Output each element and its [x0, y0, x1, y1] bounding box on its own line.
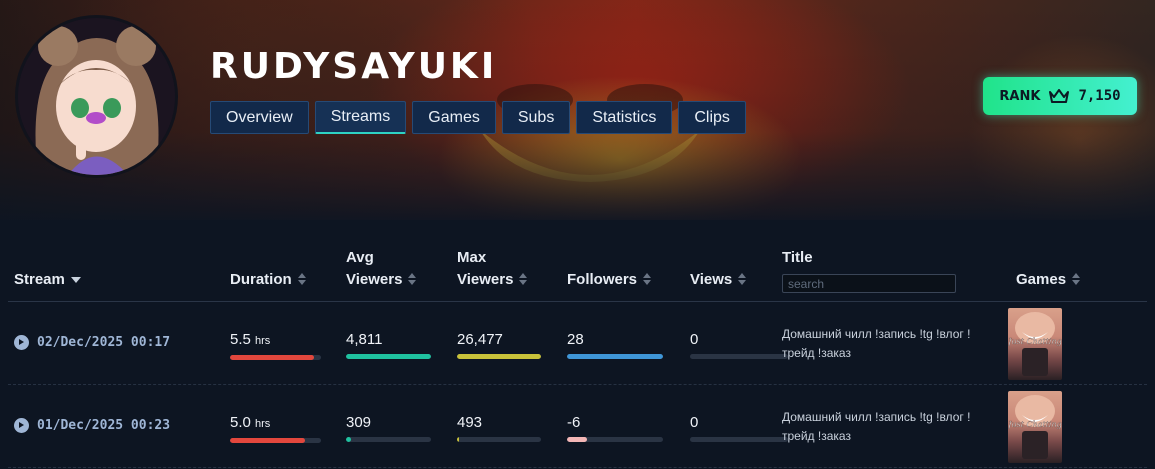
header-games-label: Games — [1016, 271, 1067, 288]
followers-cell: 28 — [567, 331, 663, 359]
header-max-viewers-label: Max Viewers — [457, 249, 514, 288]
rank-label: RANK — [999, 88, 1041, 104]
game-thumbnail-text: Just Chatting — [1008, 337, 1062, 346]
duration-value: 5.5 hrs — [230, 331, 271, 348]
sort-icon — [297, 273, 306, 285]
avg-viewers-bar — [346, 437, 431, 442]
rank-badge[interactable]: RANK 7,150 — [983, 77, 1137, 115]
sort-icon — [738, 273, 747, 285]
avg-viewers-value: 309 — [346, 414, 372, 431]
tab-clips[interactable]: Clips — [678, 101, 746, 134]
avg-viewers-cell: 4,811 — [346, 331, 431, 359]
header-title-label: Title — [782, 249, 813, 266]
channel-tabs: Overview Streams Games Subs Statistics C… — [210, 101, 746, 134]
header-title: Title — [782, 247, 813, 269]
views-bar — [690, 354, 788, 359]
duration-cell: 5.5 hrs — [230, 331, 321, 360]
max-viewers-cell: 26,477 — [457, 331, 541, 359]
sort-icon — [519, 273, 528, 285]
views-value: 0 — [690, 331, 699, 348]
duration-cell: 5.0 hrs — [230, 414, 321, 443]
table-row[interactable]: 02/Dec/2025 00:17 5.5 hrs 4,811 26,477 2… — [8, 302, 1147, 385]
stream-title: Домашний чилл !запись !tg !влог ! трейд … — [782, 327, 971, 360]
streams-table: Stream Duration Avg Viewers Max Viewers … — [8, 240, 1147, 468]
title-search-input[interactable] — [782, 274, 956, 293]
views-cell: 0 — [690, 414, 788, 442]
header-views-label: Views — [690, 271, 733, 288]
followers-bar — [567, 354, 663, 359]
avg-viewers-cell: 309 — [346, 414, 431, 442]
views-cell: 0 — [690, 331, 788, 359]
header-max-viewers[interactable]: Max Viewers — [457, 247, 528, 291]
stream-date[interactable]: 01/Dec/2025 00:23 — [37, 418, 170, 433]
channel-avatar — [15, 15, 178, 178]
channel-name: RUDYSAYUKI — [210, 46, 498, 87]
header-avg-viewers-label: Avg Viewers — [346, 249, 403, 288]
followers-value: 28 — [567, 331, 584, 348]
header-duration-label: Duration — [230, 271, 292, 288]
chevron-right-circle-icon — [14, 418, 29, 433]
sort-icon — [1072, 273, 1081, 285]
max-viewers-bar — [457, 437, 541, 442]
duration-bar — [230, 355, 321, 360]
header-stream-label: Stream — [14, 271, 65, 288]
sort-icon — [408, 273, 417, 285]
tab-streams[interactable]: Streams — [314, 101, 407, 134]
avg-viewers-bar — [346, 354, 431, 359]
max-viewers-value: 493 — [457, 414, 483, 431]
header-games[interactable]: Games — [1016, 269, 1081, 291]
sort-icon — [643, 273, 652, 285]
tab-subs[interactable]: Subs — [501, 101, 571, 134]
header-followers-label: Followers — [567, 271, 638, 288]
header-followers[interactable]: Followers — [567, 269, 652, 291]
max-viewers-cell: 493 — [457, 414, 541, 442]
game-thumbnail[interactable]: Just Chatting — [1008, 308, 1062, 380]
game-thumbnail[interactable]: Just Chatting — [1008, 391, 1062, 463]
duration-bar — [230, 438, 321, 443]
header-views[interactable]: Views — [690, 269, 747, 291]
max-viewers-bar — [457, 354, 541, 359]
crown-icon — [1049, 89, 1070, 103]
views-bar — [690, 437, 788, 442]
avg-viewers-value: 4,811 — [346, 331, 383, 348]
stream-link[interactable]: 02/Dec/2025 00:17 — [14, 335, 170, 350]
rank-value: 7,150 — [1078, 88, 1121, 104]
header-stream[interactable]: Stream — [14, 269, 81, 291]
stream-date[interactable]: 02/Dec/2025 00:17 — [37, 335, 170, 350]
tab-statistics[interactable]: Statistics — [576, 101, 673, 134]
game-thumbnail-text: Just Chatting — [1008, 420, 1062, 429]
stream-title: Домашний чилл !запись !tg !влог ! трейд … — [782, 410, 971, 443]
max-viewers-value: 26,477 — [457, 331, 503, 348]
tab-games[interactable]: Games — [412, 101, 496, 134]
followers-cell: -6 — [567, 414, 663, 442]
header-duration[interactable]: Duration — [230, 269, 306, 291]
header-avg-viewers[interactable]: Avg Viewers — [346, 247, 417, 291]
duration-value: 5.0 hrs — [230, 414, 271, 431]
sort-desc-icon — [70, 277, 81, 283]
chevron-right-circle-icon — [14, 335, 29, 350]
stream-link[interactable]: 01/Dec/2025 00:23 — [14, 418, 170, 433]
tab-overview[interactable]: Overview — [210, 101, 309, 134]
table-row[interactable]: 01/Dec/2025 00:23 5.0 hrs 309 493 -6 0 Д… — [8, 385, 1147, 468]
views-value: 0 — [690, 414, 699, 431]
followers-bar — [567, 437, 663, 442]
followers-value: -6 — [567, 414, 581, 431]
table-header: Stream Duration Avg Viewers Max Viewers … — [8, 240, 1147, 302]
